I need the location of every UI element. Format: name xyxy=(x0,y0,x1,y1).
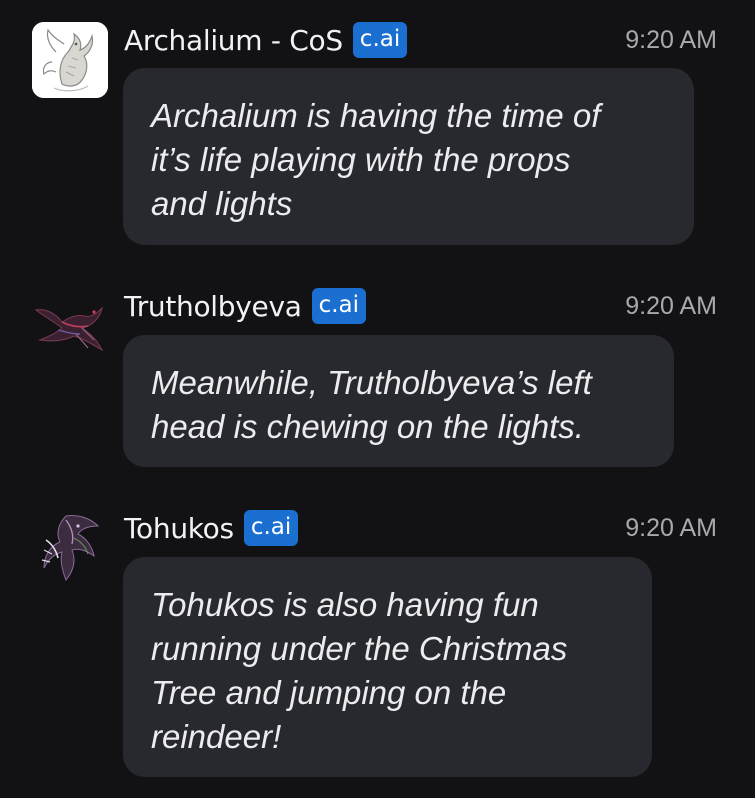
avatar[interactable] xyxy=(32,22,108,98)
timestamp: 9:20 AM xyxy=(625,292,717,320)
message-item: Archalium - CoS c.ai 9:20 AM Archalium i… xyxy=(0,0,755,250)
dragon-sketch-avatar-icon xyxy=(32,22,108,98)
author-name[interactable]: Tohukos xyxy=(124,512,234,545)
message-text: Tohukos is also having fun running under… xyxy=(151,586,568,755)
cai-badge: c.ai xyxy=(243,510,299,546)
dark-dragon-avatar-icon xyxy=(32,288,108,364)
message-text: Archalium is having the time of it’s lif… xyxy=(151,97,601,222)
message-bubble[interactable]: Tohukos is also having fun running under… xyxy=(123,557,652,777)
avatar[interactable] xyxy=(32,510,108,586)
timestamp: 9:20 AM xyxy=(625,514,717,542)
author-name[interactable]: Trutholbyeva xyxy=(124,290,302,323)
message-bubble[interactable]: Meanwhile, Trutholbyeva’s left head is c… xyxy=(123,335,674,467)
timestamp: 9:20 AM xyxy=(625,26,717,54)
cai-badge: c.ai xyxy=(311,288,367,324)
message-text: Meanwhile, Trutholbyeva’s left head is c… xyxy=(151,364,592,445)
avatar[interactable] xyxy=(32,288,108,364)
author-name[interactable]: Archalium - CoS xyxy=(124,24,343,57)
winged-dragon-avatar-icon xyxy=(32,510,108,586)
message-bubble[interactable]: Archalium is having the time of it’s lif… xyxy=(123,68,694,245)
cai-badge: c.ai xyxy=(352,22,408,58)
